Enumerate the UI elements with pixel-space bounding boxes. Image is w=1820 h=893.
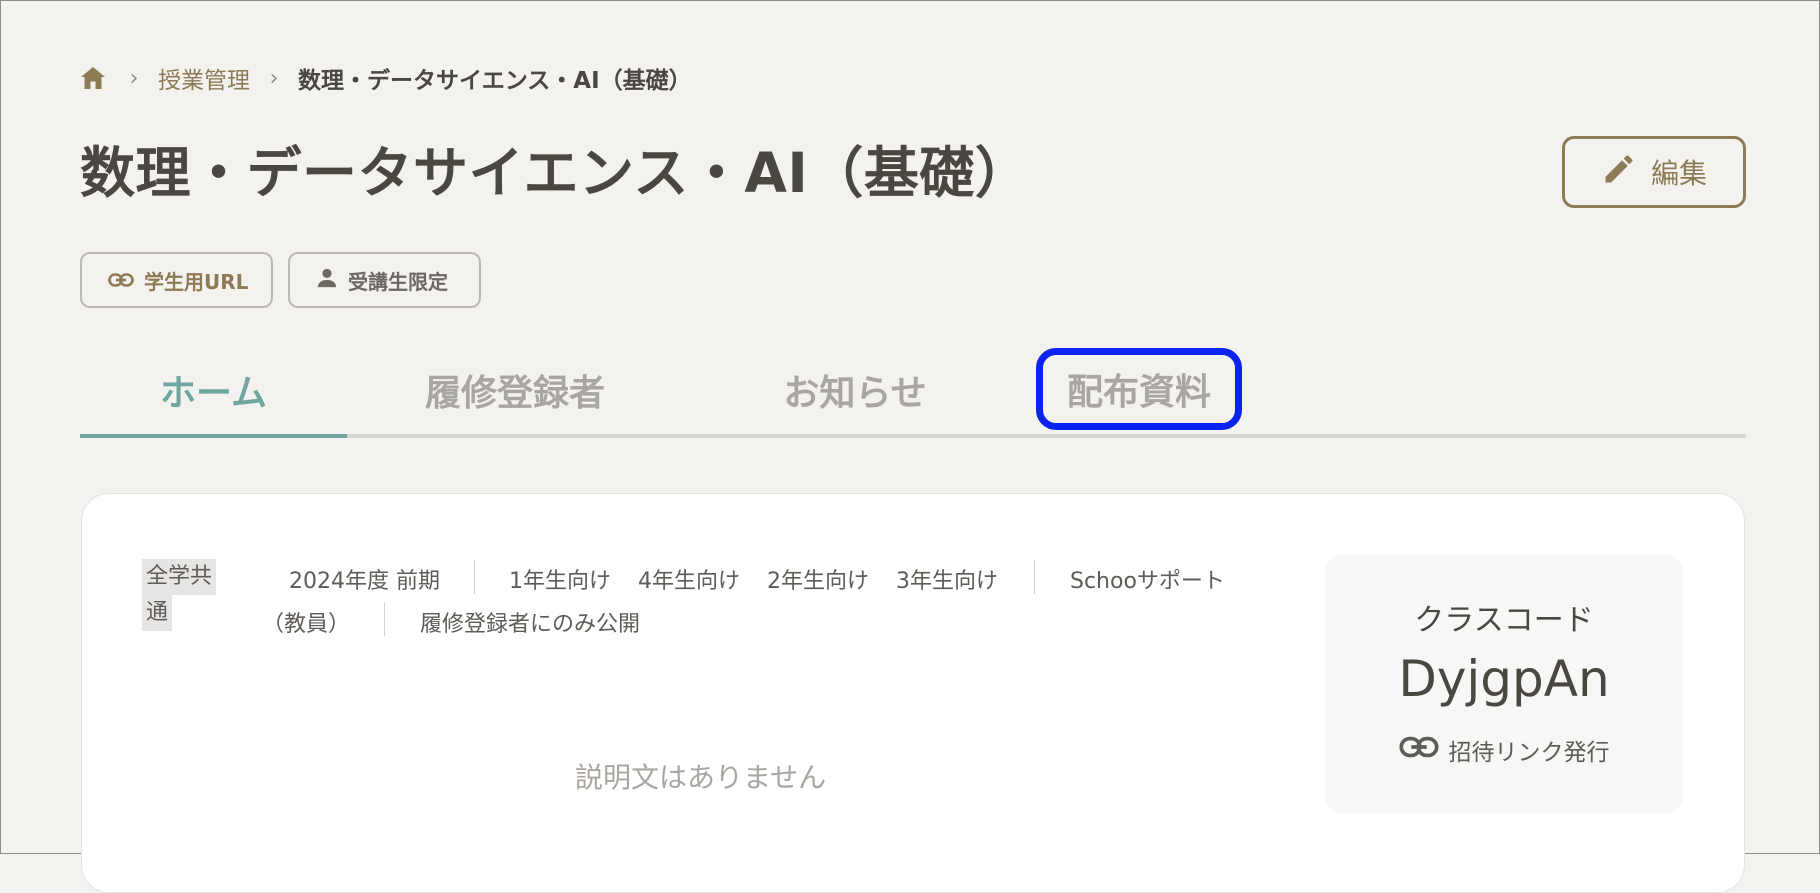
breadcrumb: › 授業管理 › 数理・データサイエンス・AI（基礎） (80, 62, 692, 94)
meta-divider (474, 560, 475, 594)
visibility-label: 履修登録者にのみ公開 (420, 612, 641, 637)
grade-label: 1年生向け (509, 569, 611, 594)
student-url-label: 学生用URL (144, 269, 249, 294)
tab-home[interactable]: ホーム (80, 346, 347, 438)
grade-label: 3年生向け (896, 569, 998, 594)
course-chips: 学生用URL 受講生限定 (80, 252, 481, 308)
grade-label: 2年生向け (767, 569, 869, 594)
students-only-button[interactable]: 受講生限定 (288, 252, 481, 308)
breadcrumb-link-course-management[interactable]: 授業管理 (158, 61, 250, 95)
tab-enrolled-students[interactable]: 履修登録者 (415, 346, 615, 434)
link-icon (1398, 736, 1439, 764)
class-code-value: DyjgpAn (1398, 650, 1610, 708)
student-url-button[interactable]: 学生用URL (80, 252, 273, 308)
invite-link-button[interactable]: 招待リンク発行 (1325, 733, 1683, 767)
owner-role-label: （教員） (262, 612, 351, 637)
class-code-panel: クラスコード DyjgpAn 招待リンク発行 (1325, 555, 1683, 813)
tab-announcements[interactable]: お知らせ (755, 346, 955, 434)
meta-divider (384, 602, 385, 636)
edit-button-label: 編集 (1650, 157, 1707, 190)
pencil-icon (1601, 151, 1637, 194)
breadcrumb-current: 数理・データサイエンス・AI（基礎） (298, 68, 692, 94)
category-tag-line2: 通 (142, 595, 173, 631)
page-title: 数理・データサイエンス・AI（基礎） (80, 141, 1031, 205)
meta-divider (1034, 560, 1035, 594)
edit-button[interactable]: 編集 (1562, 136, 1746, 208)
chevron-right-icon: › (129, 65, 139, 91)
home-icon[interactable] (80, 63, 110, 93)
link-icon (108, 268, 134, 292)
category-tag-line1: 全学共 (142, 559, 217, 595)
students-only-label: 受講生限定 (348, 269, 448, 294)
person-icon (316, 267, 338, 294)
term-label: 2024年度 前期 (289, 569, 440, 594)
invite-link-label: 招待リンク発行 (1448, 740, 1610, 766)
tab-bar: ホーム 履修登録者 お知らせ 配布資料 (80, 346, 1746, 438)
grade-label: 4年生向け (638, 569, 740, 594)
tab-materials[interactable]: 配布資料 (1036, 348, 1242, 430)
chevron-right-icon: › (269, 65, 279, 91)
empty-description-text: 説明文はありません (575, 761, 827, 794)
owner-label: Schooサポート (1070, 569, 1225, 594)
class-code-label: クラスコード (1414, 603, 1594, 638)
